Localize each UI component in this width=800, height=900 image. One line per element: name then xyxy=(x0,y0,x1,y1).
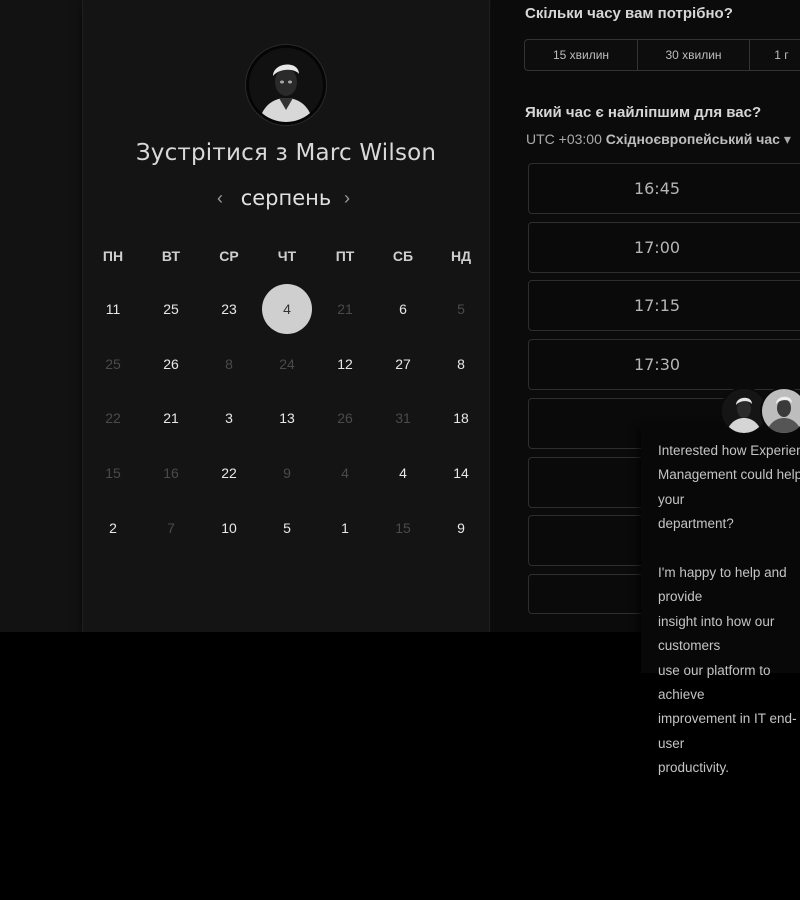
calendar-day: 16 xyxy=(163,465,179,481)
calendar-day: 26 xyxy=(337,410,353,426)
weekday-header: ПН xyxy=(102,248,124,264)
month-label: серпень xyxy=(240,186,332,210)
calendar-day: 25 xyxy=(105,356,121,372)
chat-message: Interested how Experience Management cou… xyxy=(658,443,800,776)
time-slot-label: 17:15 xyxy=(633,296,681,315)
time-slot[interactable]: 17:30 xyxy=(528,339,800,390)
chevron-left-icon[interactable]: ‹ xyxy=(217,188,223,209)
calendar-day: 9 xyxy=(283,465,291,481)
calendar-day[interactable]: 4 xyxy=(378,448,428,498)
chat-popup[interactable]: Interested how Experience Management cou… xyxy=(641,425,800,775)
calendar-day[interactable]: 9 xyxy=(436,503,486,553)
time-slot-label: 16:45 xyxy=(633,179,681,198)
calendar-day[interactable]: 23 xyxy=(204,284,254,334)
calendar-day: 24 xyxy=(279,356,295,372)
calendar-day: 21 xyxy=(337,301,353,317)
calendar-day[interactable]: 10 xyxy=(204,503,254,553)
calendar-day[interactable]: 21 xyxy=(146,393,196,443)
calendar-day[interactable]: 2 xyxy=(88,503,138,553)
duration-option-60[interactable]: 1 г xyxy=(750,40,800,70)
duration-option-15[interactable]: 15 хвилин xyxy=(525,40,638,70)
timezone-name: Східноєвропейський час xyxy=(605,131,780,147)
time-slot-label: 17:30 xyxy=(633,355,681,374)
calendar-day: 15 xyxy=(395,520,411,536)
weekday-header: СР xyxy=(219,248,239,264)
left-margin xyxy=(0,0,82,632)
calendar-day[interactable]: 27 xyxy=(378,339,428,389)
timezone-offset: UTC +03:00 xyxy=(526,131,602,147)
weekday-header: ВТ xyxy=(161,248,181,264)
calendar-day[interactable]: 8 xyxy=(436,339,486,389)
calendar-day[interactable]: 12 xyxy=(320,339,370,389)
calendar-day[interactable]: 5 xyxy=(262,503,312,553)
weekday-header: ПТ xyxy=(335,248,355,264)
chevron-down-icon: ▾ xyxy=(783,131,791,147)
weekday-header: СБ xyxy=(392,248,414,264)
time-slot[interactable]: 17:15 xyxy=(528,280,800,331)
calendar-day[interactable]: 22 xyxy=(204,448,254,498)
calendar-day: 8 xyxy=(225,356,233,372)
time-slot[interactable]: 16:45 xyxy=(528,163,800,214)
chevron-right-icon[interactable]: › xyxy=(344,188,350,209)
calendar-day[interactable]: 13 xyxy=(262,393,312,443)
timezone-select[interactable]: UTC +03:00 Східноєвропейський час ▾ xyxy=(526,131,791,148)
calendar-day: 4 xyxy=(341,465,349,481)
calendar-day[interactable]: 26 xyxy=(146,339,196,389)
duration-selector: 15 хвилин 30 хвилин 1 г xyxy=(524,39,800,71)
calendar-day[interactable]: 14 xyxy=(436,448,486,498)
time-slot[interactable]: 17:00 xyxy=(528,222,800,273)
calendar-day: 15 xyxy=(105,465,121,481)
calendar-day[interactable]: 1 xyxy=(320,503,370,553)
calendar-day-selected[interactable]: 4 xyxy=(262,284,312,334)
host-avatar xyxy=(246,45,326,125)
duration-option-30[interactable]: 30 хвилин xyxy=(638,40,750,70)
calendar-day: 7 xyxy=(167,520,175,536)
calendar-day: 31 xyxy=(395,410,411,426)
calendar-day[interactable]: 3 xyxy=(204,393,254,443)
calendar-day[interactable]: 6 xyxy=(378,284,428,334)
time-question: Який час є найліпшим для вас? xyxy=(525,104,762,121)
calendar-day: 22 xyxy=(105,410,121,426)
duration-question: Скільки часу вам потрібно? xyxy=(525,5,733,22)
time-slot-label: 17:00 xyxy=(633,238,681,257)
weekday-header: ЧТ xyxy=(277,248,297,264)
calendar-day[interactable]: 18 xyxy=(436,393,486,443)
calendar-day[interactable]: 11 xyxy=(88,284,138,334)
page-title: Зустрітися з Marc Wilson xyxy=(135,140,437,166)
chat-agent-avatar[interactable] xyxy=(760,387,800,435)
calendar-day[interactable]: 25 xyxy=(146,284,196,334)
calendar-day: 5 xyxy=(457,301,465,317)
weekday-header: НД xyxy=(450,248,472,264)
